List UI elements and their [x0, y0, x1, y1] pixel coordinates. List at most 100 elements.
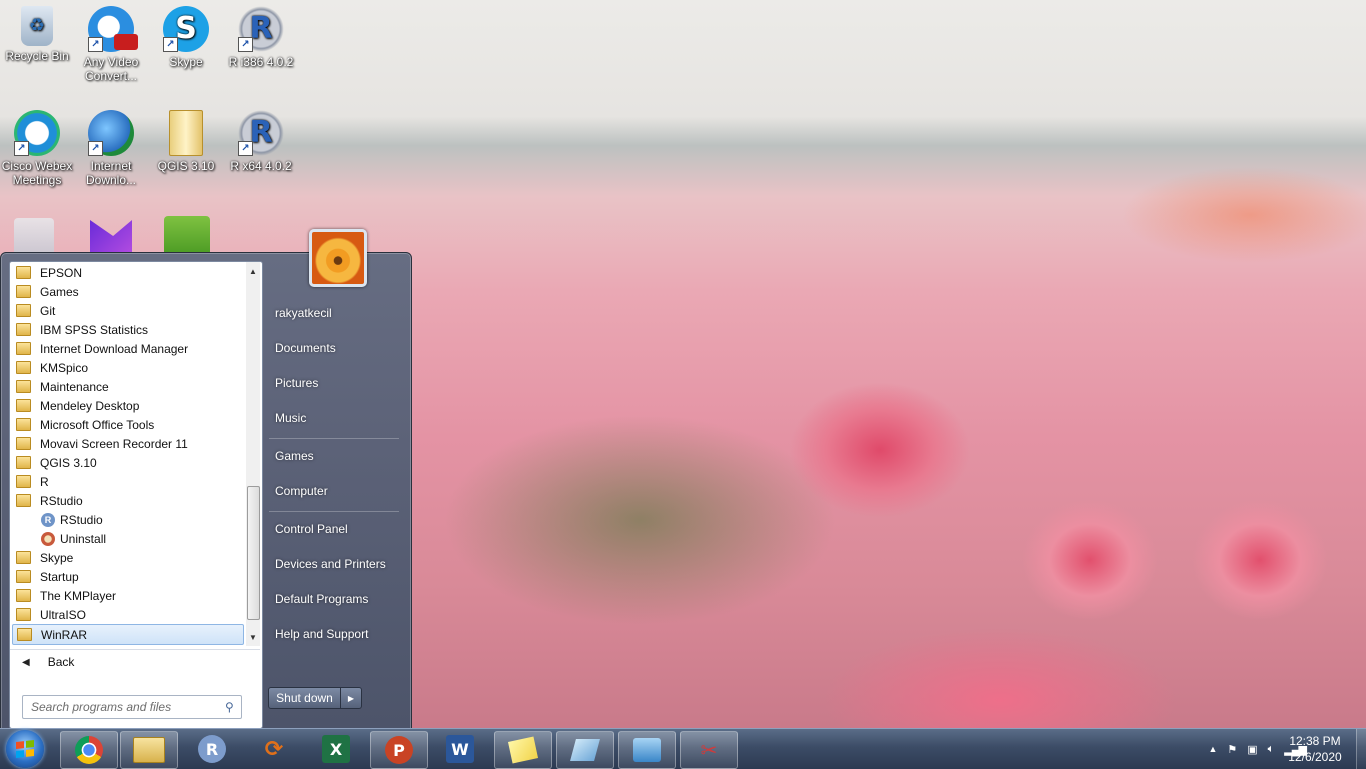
program-folder-movavi[interactable]: Movavi Screen Recorder 11	[12, 434, 242, 453]
program-folder-epson[interactable]: EPSON	[12, 263, 242, 282]
desktop-icon-internet-download-manager[interactable]: ↗ Internet Downlo...	[74, 104, 148, 187]
program-folder-startup[interactable]: Startup	[12, 567, 242, 586]
show-desktop-button[interactable]	[1356, 729, 1366, 769]
desktop-icon-skype[interactable]: S ↗ Skype	[149, 0, 223, 69]
start-item-devices-printers[interactable]: Devices and Printers	[266, 550, 415, 578]
shutdown-button[interactable]: Shut down	[269, 688, 341, 708]
start-button[interactable]	[6, 730, 44, 768]
program-folder-mendeley[interactable]: Mendeley Desktop	[12, 396, 242, 415]
rstudio-icon: R	[41, 512, 55, 527]
program-label: Internet Download Manager	[40, 341, 189, 356]
volume-icon[interactable]: 🔈︎	[1268, 743, 1275, 756]
program-folder-skype[interactable]: Skype	[12, 548, 242, 567]
taskbar-file-explorer[interactable]	[120, 731, 178, 769]
program-folder-kmplayer[interactable]: The KMPlayer	[12, 586, 242, 605]
search-icon[interactable]: ⚲	[225, 700, 234, 714]
folder-icon	[17, 628, 32, 641]
desktop-icon-recycle-bin[interactable]: ♻ Recycle Bin	[0, 0, 74, 63]
folder-icon	[16, 475, 31, 488]
clock[interactable]: 12:38 PM 12/6/2020	[1276, 733, 1354, 765]
desktop-icon-qgis[interactable]: QGIS 3.10	[149, 104, 223, 173]
start-item-help-support[interactable]: Help and Support	[266, 620, 415, 648]
start-item-label: Help and Support	[275, 627, 369, 641]
program-folder-kmspico[interactable]: KMSpico	[12, 358, 242, 377]
taskbar-snipping-tool[interactable]: ✂	[680, 731, 738, 769]
chrome-icon	[75, 736, 103, 764]
taskbar-rstudio-tool[interactable]: ⟳	[246, 731, 302, 767]
program-folder-ibm-spss[interactable]: IBM SPSS Statistics	[12, 320, 242, 339]
programs-scrollbar[interactable]: ▲ ▼	[246, 262, 260, 646]
video-converter-icon: ↗	[88, 6, 138, 52]
back-label: Back	[47, 655, 75, 669]
program-folder-maintenance[interactable]: Maintenance	[12, 377, 242, 396]
taskbar-r[interactable]: R	[184, 731, 240, 767]
back-arrow-icon: ◀	[22, 656, 30, 668]
shutdown-options-arrow-icon[interactable]: ▶	[341, 688, 361, 708]
program-label: Microsoft Office Tools	[40, 417, 155, 432]
taskbar-eraser-tool[interactable]	[556, 731, 614, 769]
desktop-icon-partial-android[interactable]	[164, 216, 210, 252]
program-app-rstudio[interactable]: R RStudio	[32, 510, 242, 529]
taskbar-control-panel[interactable]	[618, 731, 676, 769]
folder-icon	[16, 551, 31, 564]
desktop-icon-partial-settings[interactable]	[14, 218, 54, 252]
start-item-label: Default Programs	[275, 592, 369, 606]
program-folder-rstudio[interactable]: RStudio	[12, 491, 242, 510]
start-item-label: Games	[275, 449, 314, 463]
start-item-label: rakyatkecil	[275, 306, 332, 320]
start-item-documents[interactable]: Documents	[266, 334, 415, 362]
desktop-icon-r-i386[interactable]: R ↗ R i386 4.0.2	[224, 0, 298, 69]
back-button[interactable]: ◀ Back	[10, 649, 260, 674]
scrollbar-thumb[interactable]	[247, 486, 260, 620]
r-icon: R ↗	[238, 6, 284, 52]
program-folder-idm[interactable]: Internet Download Manager	[12, 339, 242, 358]
program-folder-ms-office-tools[interactable]: Microsoft Office Tools	[12, 415, 242, 434]
start-item-computer[interactable]: Computer	[266, 477, 415, 505]
program-label: R	[40, 474, 49, 489]
program-label: Git	[40, 303, 56, 318]
taskbar-word[interactable]: W	[432, 731, 488, 767]
start-item-music[interactable]: Music	[266, 404, 415, 432]
program-folder-ultraiso[interactable]: UltraISO	[12, 605, 242, 624]
folder-icon	[16, 342, 31, 355]
taskbar-sticky-notes[interactable]	[494, 731, 552, 769]
program-folder-winrar[interactable]: WinRAR	[12, 624, 244, 645]
program-folder-qgis[interactable]: QGIS 3.10	[12, 453, 242, 472]
user-picture[interactable]	[309, 229, 367, 287]
r-icon: R ↗	[238, 110, 284, 156]
scroll-up-arrow-icon[interactable]: ▲	[246, 264, 260, 278]
start-item-label: Pictures	[275, 376, 319, 390]
folder-icon	[16, 570, 31, 583]
search-box[interactable]: ⚲	[22, 695, 242, 719]
start-menu: EPSON Games Git IBM SPSS Statistics Inte…	[0, 229, 415, 730]
action-center-flag-icon[interactable]: ⚑	[1227, 743, 1237, 756]
start-item-pictures[interactable]: Pictures	[266, 369, 415, 397]
folder-icon	[169, 110, 203, 156]
desktop-icon-partial-kmplayer[interactable]	[90, 220, 132, 252]
start-item-games[interactable]: Games	[266, 442, 415, 470]
program-folder-git[interactable]: Git	[12, 301, 242, 320]
scissors-icon: ✂	[700, 738, 718, 762]
desktop-icon-cisco-webex[interactable]: ↗ Cisco Webex Meetings	[0, 104, 74, 187]
desktop-icon-any-video-converter[interactable]: ↗ Any Video Convert...	[74, 0, 148, 83]
start-item-default-programs[interactable]: Default Programs	[266, 585, 415, 613]
search-input[interactable]	[23, 699, 223, 715]
program-app-uninstall[interactable]: Uninstall	[32, 529, 242, 548]
safely-remove-hardware-icon[interactable]: ▣	[1247, 743, 1257, 756]
start-item-control-panel[interactable]: Control Panel	[266, 515, 415, 543]
program-label: KMSpico	[40, 360, 89, 375]
scroll-down-arrow-icon[interactable]: ▼	[246, 630, 260, 644]
taskbar-chrome[interactable]	[60, 731, 118, 769]
shortcut-arrow-icon: ↗	[88, 141, 103, 156]
program-folder-games[interactable]: Games	[12, 282, 242, 301]
show-hidden-icons-arrow-icon[interactable]: ▲	[1208, 744, 1217, 754]
desktop-icon-label: Recycle Bin	[5, 49, 69, 63]
folder-icon	[16, 304, 31, 317]
desktop-icon-r-x64[interactable]: R ↗ R x64 4.0.2	[224, 104, 298, 173]
program-label: UltraISO	[40, 607, 87, 622]
start-item-user-folder[interactable]: rakyatkecil	[266, 299, 415, 327]
word-icon: W	[446, 735, 474, 763]
program-folder-r[interactable]: R	[12, 472, 242, 491]
taskbar-powerpoint[interactable]: P	[370, 731, 428, 769]
taskbar-excel[interactable]: X	[308, 731, 364, 767]
